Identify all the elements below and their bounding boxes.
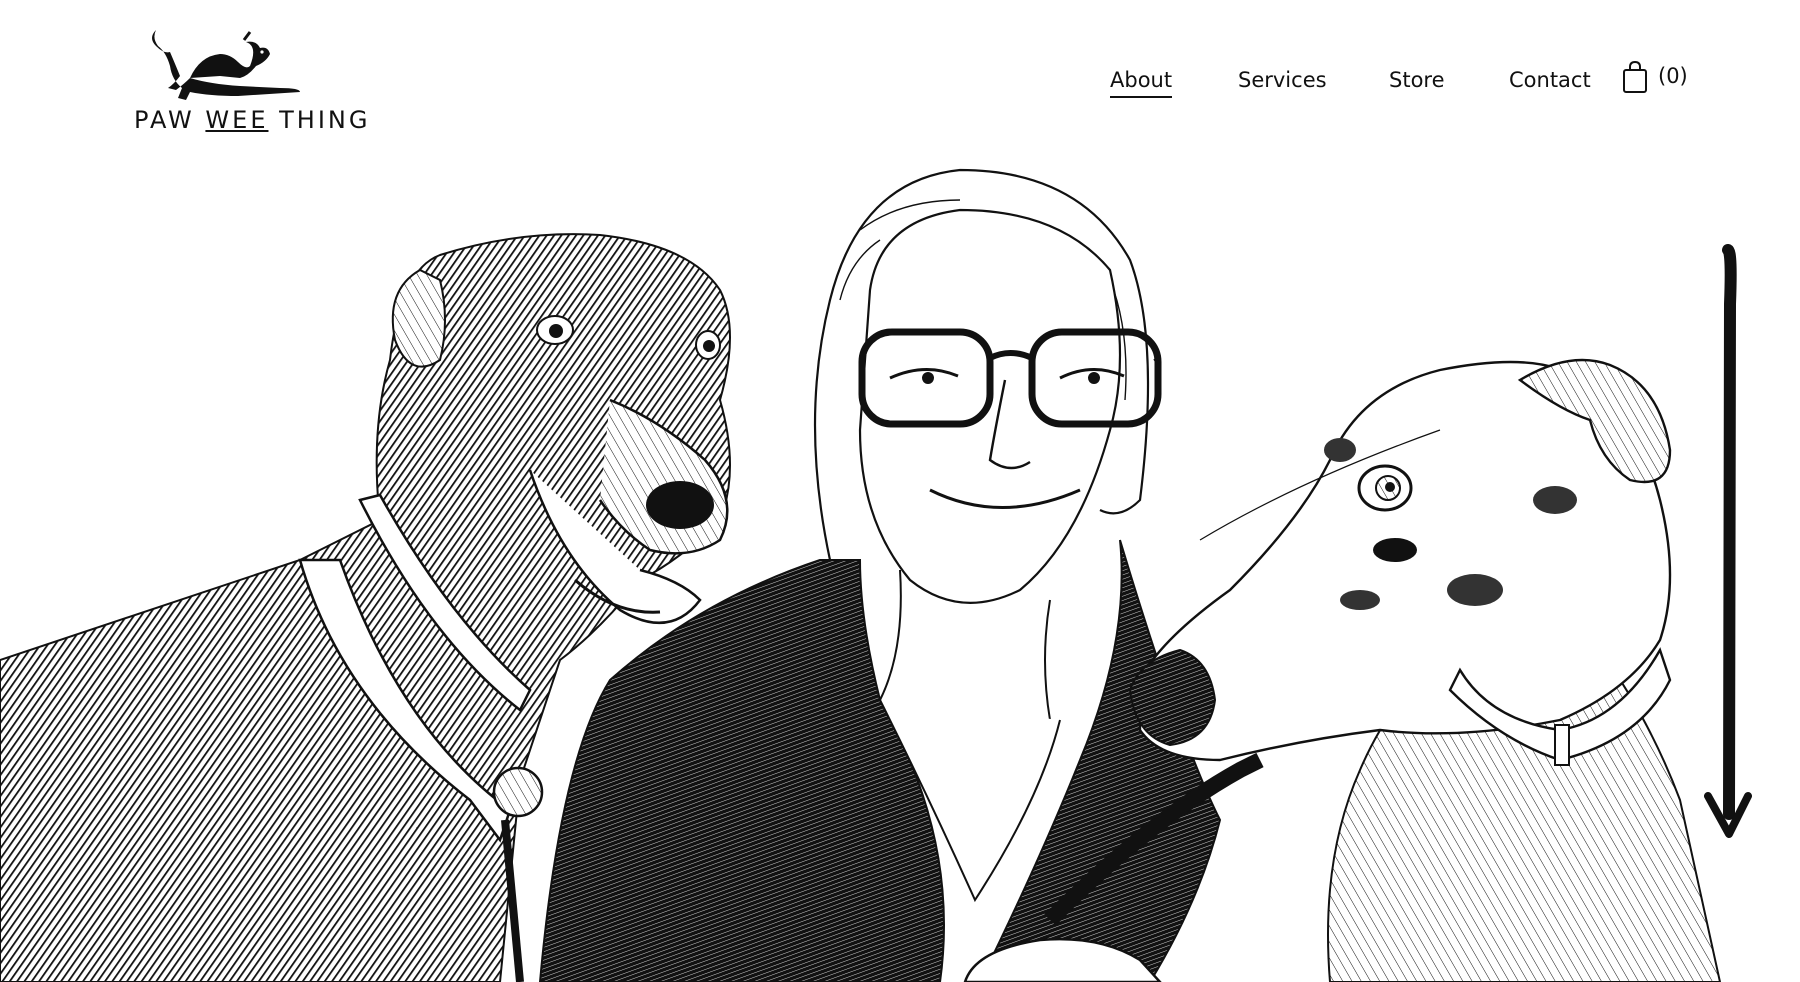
hero-illustration — [0, 168, 1722, 982]
nav-item-store[interactable]: Store — [1389, 68, 1445, 92]
cart-count: (0) — [1658, 64, 1688, 88]
nav-item-about[interactable]: About — [1110, 68, 1173, 98]
page: PAW WEE THING About Services Store Conta… — [0, 0, 1800, 982]
arrow-down-icon[interactable] — [1704, 244, 1752, 844]
cart-button[interactable]: (0) — [1622, 60, 1688, 96]
main-nav: About Services Store Contact — [0, 62, 1800, 102]
logo-wordmark: PAW WEE THING — [134, 106, 371, 134]
shopping-bag-icon — [1623, 60, 1647, 93]
nav-item-services[interactable]: Services — [1238, 68, 1327, 92]
nav-item-contact[interactable]: Contact — [1509, 68, 1591, 92]
